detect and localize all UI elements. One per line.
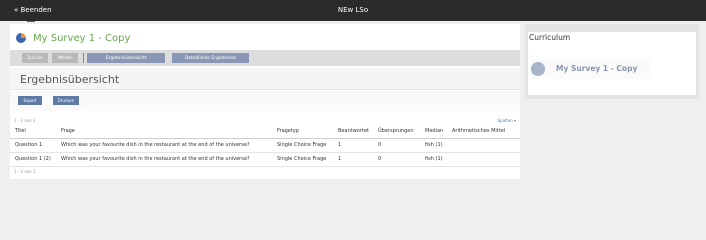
cell-skipped: 0 [373,138,420,153]
top-bar: « Beenden NEw LSo [0,0,706,21]
print-button[interactable]: Drucken [53,96,79,105]
table-row: Question 1 Which was your favourite dish… [10,138,520,153]
survey-header: My Survey 1 - Copy [16,30,130,46]
pagination-range: 1 - 2 von 2 [14,118,36,123]
cell-question: Which was your favourite dish in the res… [56,152,272,167]
cell-mean [447,152,520,167]
window-title: NEw LSo [337,6,369,14]
cell-title: Question 1 [10,138,56,153]
table-header-row: Titel Frage Fragetyp Beantwortet Überspr… [10,124,520,139]
main-panel: My Survey 1 - Copy Zurück Weiter Ergebni… [10,24,520,179]
survey-pie-icon [16,33,26,43]
action-bar: Export Drucken [10,91,520,111]
cell-skipped: 0 [373,152,420,167]
toolbar: Zurück Weiter Ergebnisübersicht Detailli… [10,50,520,66]
cell-median: fish (1) [420,138,447,153]
column-header[interactable]: Titel [10,124,56,139]
toolbar-separator [83,53,84,63]
tab-details[interactable]: Detaillierte Ergebnisse [172,53,249,63]
next-button[interactable]: Weiter [52,53,78,63]
cell-title: Question 1 (2) [10,152,56,167]
curriculum-box: Curriculum My Survey 1 - Copy [528,32,696,95]
cell-question: Which was your favourite dish in the res… [56,138,272,153]
column-header[interactable]: Frage [56,124,272,139]
table-row: Question 1 (2) Which was your favourite … [10,152,520,167]
curriculum-panel: Curriculum My Survey 1 - Copy [525,24,699,99]
page-title: Ergebnisübersicht [20,73,120,86]
column-header[interactable]: Median [420,124,447,139]
column-header[interactable]: Fragetyp [272,124,333,139]
page-heading-box: Ergebnisübersicht [10,68,520,90]
curriculum-item-label: My Survey 1 - Copy [556,64,638,73]
pagination-range-bottom: 1 - 2 von 2 [14,169,36,174]
cell-type: Single Choice Frage [272,138,333,153]
results-table: Titel Frage Fragetyp Beantwortet Überspr… [10,124,520,167]
cell-type: Single Choice Frage [272,152,333,167]
export-button[interactable]: Export [18,96,42,105]
column-header[interactable]: Beantwortet [333,124,373,139]
item-status-icon [531,62,545,76]
cell-mean [447,138,520,153]
divider [27,21,35,22]
columns-dropdown[interactable]: Spalten ▾ [498,118,516,123]
cell-median: fish (1) [420,152,447,167]
back-button[interactable]: Zurück [22,53,48,63]
cell-answered: 1 [333,152,373,167]
survey-title: My Survey 1 - Copy [33,32,131,44]
column-header[interactable]: Arithmetisches Mittel [447,124,520,139]
tab-overview[interactable]: Ergebnisübersicht [87,53,165,63]
cell-answered: 1 [333,138,373,153]
curriculum-item[interactable]: My Survey 1 - Copy [531,59,651,79]
curriculum-title: Curriculum [529,33,571,42]
column-header[interactable]: Übersprungen [373,124,420,139]
